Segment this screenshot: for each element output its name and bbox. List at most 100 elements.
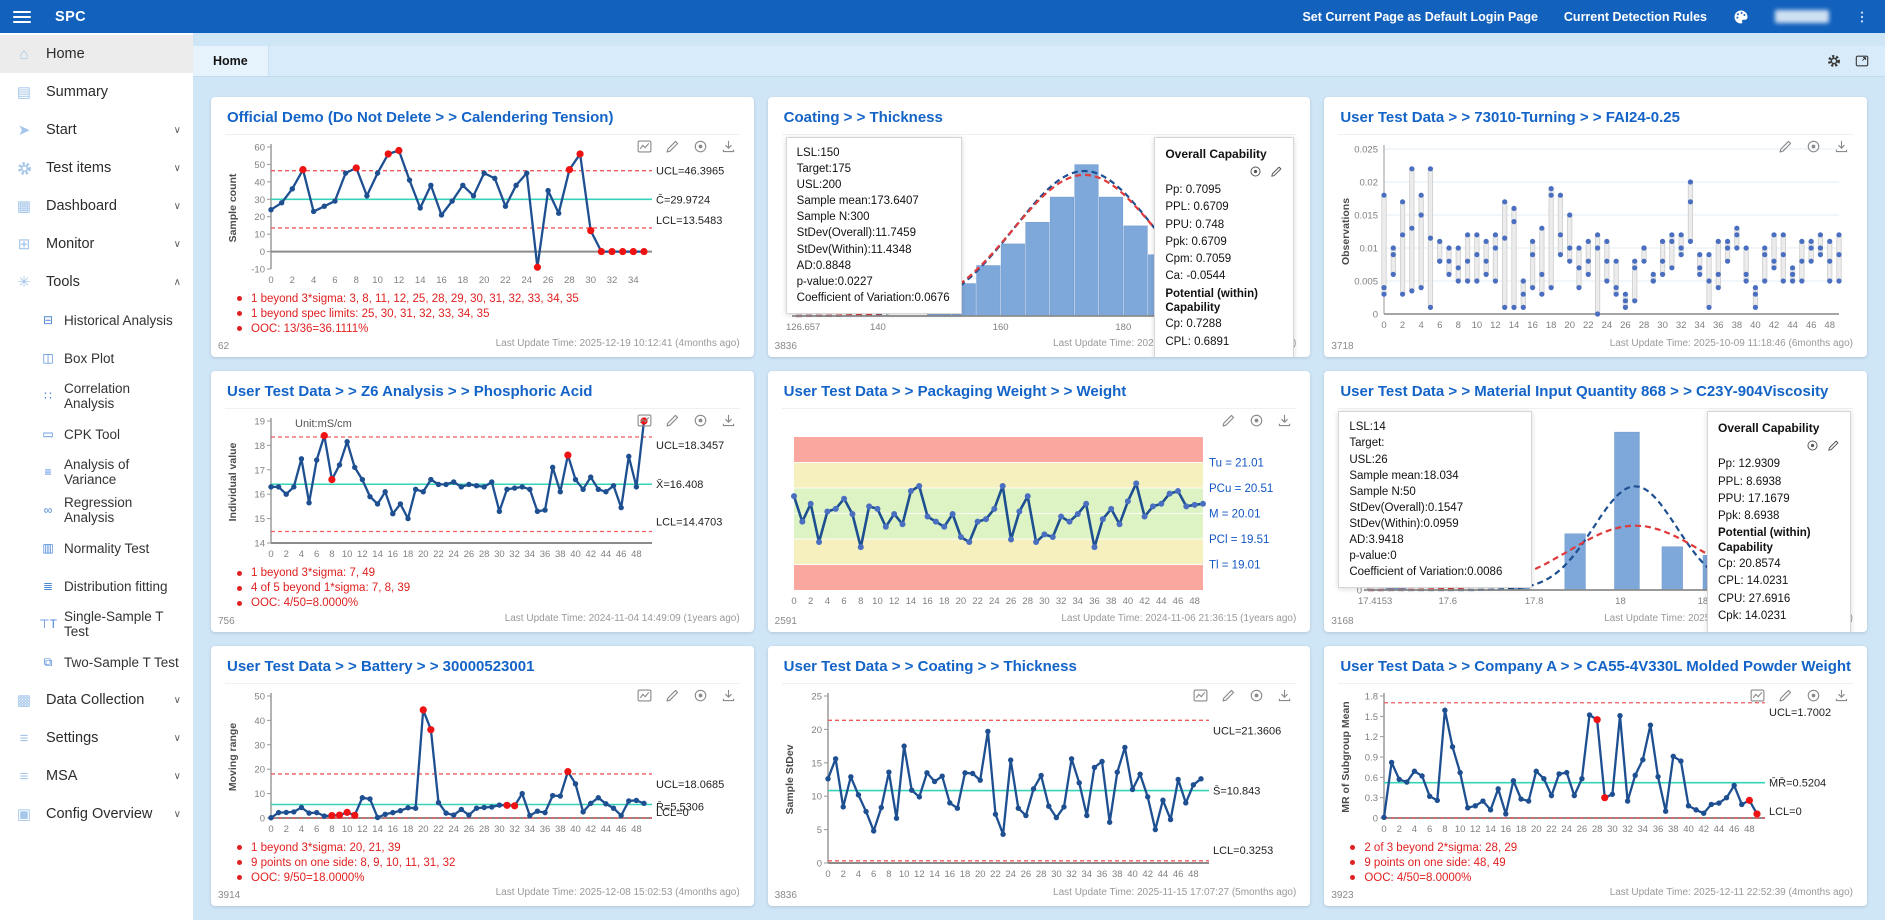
sidebar-item-tools[interactable]: ✳Tools∧ bbox=[0, 263, 193, 301]
svg-text:4: 4 bbox=[1412, 824, 1417, 835]
hamburger-menu-icon[interactable] bbox=[13, 11, 31, 23]
svg-text:40: 40 bbox=[254, 716, 265, 727]
stats-line: StDev(Within):0.0959 bbox=[1349, 516, 1521, 532]
edit-icon[interactable] bbox=[1827, 439, 1840, 452]
svg-text:24: 24 bbox=[521, 275, 532, 286]
sidebar-item-box-plot[interactable]: ◫Box Plot bbox=[0, 339, 193, 377]
sidebar-item-distribution-fitting[interactable]: ≣Distribution fitting bbox=[0, 567, 193, 605]
svg-text:34: 34 bbox=[628, 275, 639, 286]
set-default-login-button[interactable]: Set Current Page as Default Login Page bbox=[1302, 10, 1537, 24]
sidebar-nav: ⌂Home▤Summary➤Start∨Test items∨▦Dashboar… bbox=[0, 33, 193, 920]
chart-image-icon[interactable] bbox=[637, 688, 652, 703]
svg-text:0: 0 bbox=[825, 869, 830, 880]
view-icon[interactable] bbox=[693, 413, 708, 428]
download-icon[interactable] bbox=[721, 688, 736, 703]
edit-icon[interactable] bbox=[665, 413, 680, 428]
svg-text:30: 30 bbox=[1658, 320, 1669, 331]
sidebar-item-data-collection[interactable]: ▩Data Collection∨ bbox=[0, 681, 193, 719]
kebab-menu-icon[interactable] bbox=[1855, 10, 1869, 24]
download-icon[interactable] bbox=[1277, 413, 1292, 428]
view-icon[interactable] bbox=[693, 688, 708, 703]
view-icon[interactable] bbox=[1806, 688, 1821, 703]
chart-image-icon[interactable] bbox=[1193, 688, 1208, 703]
edit-icon[interactable] bbox=[1221, 688, 1236, 703]
book-icon: ▣ bbox=[14, 805, 34, 823]
view-icon[interactable] bbox=[1249, 165, 1262, 178]
edit-icon[interactable] bbox=[1778, 139, 1793, 154]
chart-image-icon[interactable] bbox=[637, 413, 652, 428]
fullscreen-icon[interactable] bbox=[1855, 54, 1869, 68]
sidebar-item-dashboard[interactable]: ▦Dashboard∨ bbox=[0, 187, 193, 225]
edit-icon[interactable] bbox=[665, 688, 680, 703]
svg-text:36: 36 bbox=[1653, 824, 1664, 835]
svg-text:44: 44 bbox=[601, 824, 612, 835]
last-update-time: Last Update Time: 2025-12-11 22:52:39 (4… bbox=[1610, 887, 1853, 898]
download-icon[interactable] bbox=[721, 413, 736, 428]
download-icon[interactable] bbox=[721, 139, 736, 154]
sidebar-item-msa[interactable]: ≡MSA∨ bbox=[0, 757, 193, 795]
view-icon[interactable] bbox=[1806, 139, 1821, 154]
edit-icon[interactable] bbox=[1778, 688, 1793, 703]
card-toolbar bbox=[1193, 688, 1292, 703]
svg-text:25: 25 bbox=[811, 691, 822, 702]
svg-text:32: 32 bbox=[509, 824, 520, 835]
monitor-icon: ⊞ bbox=[14, 235, 34, 253]
ooc-annotation-line: 1 beyond 3*sigma: 3, 8, 11, 12, 25, 28, … bbox=[237, 291, 740, 306]
sidebar-item-single-sample-t-test[interactable]: ⊤TSingle-Sample T Test bbox=[0, 605, 193, 643]
sidebar-item-test-items[interactable]: Test items∨ bbox=[0, 149, 193, 187]
svg-text:28: 28 bbox=[479, 824, 490, 835]
sidebar-item-summary[interactable]: ▤Summary bbox=[0, 73, 193, 111]
sidebar-item-start[interactable]: ➤Start∨ bbox=[0, 111, 193, 149]
svg-text:22: 22 bbox=[990, 869, 1001, 880]
svg-text:44: 44 bbox=[1157, 869, 1168, 880]
edit-icon[interactable] bbox=[665, 139, 680, 154]
chart-image-icon[interactable] bbox=[637, 139, 652, 154]
last-update-time: Last Update Time: 2025-12-19 10:12:41 (4… bbox=[496, 338, 740, 349]
tab-home[interactable]: Home bbox=[193, 46, 269, 76]
download-icon[interactable] bbox=[1277, 688, 1292, 703]
gear-icon[interactable] bbox=[1827, 54, 1841, 68]
svg-text:14: 14 bbox=[1509, 320, 1520, 331]
view-icon[interactable] bbox=[693, 139, 708, 154]
dist-icon: ≣ bbox=[40, 579, 56, 593]
record-count: 756 bbox=[218, 616, 235, 627]
svg-text:10: 10 bbox=[372, 275, 383, 286]
svg-text:16: 16 bbox=[1528, 320, 1539, 331]
lines-icon: ≡ bbox=[14, 730, 34, 747]
sidebar-item-normality-test[interactable]: ▥Normality Test bbox=[0, 529, 193, 567]
svg-text:18: 18 bbox=[1546, 320, 1557, 331]
svg-text:14: 14 bbox=[905, 596, 916, 607]
sidebar-item-settings[interactable]: ≡Settings∨ bbox=[0, 719, 193, 757]
stats-line: Target:175 bbox=[797, 161, 951, 177]
view-icon[interactable] bbox=[1806, 439, 1819, 452]
svg-text:46: 46 bbox=[1172, 596, 1183, 607]
sidebar-item-regression-analysis[interactable]: ∞Regression Analysis bbox=[0, 491, 193, 529]
download-icon[interactable] bbox=[1834, 688, 1849, 703]
svg-text:6: 6 bbox=[332, 275, 337, 286]
svg-text:10: 10 bbox=[872, 596, 883, 607]
sidebar-item-config-overview[interactable]: ▣Config Overview∨ bbox=[0, 795, 193, 833]
svg-text:8: 8 bbox=[886, 869, 891, 880]
palette-icon[interactable] bbox=[1733, 9, 1749, 25]
sidebar-item-home[interactable]: ⌂Home bbox=[0, 35, 193, 73]
svg-text:2: 2 bbox=[808, 596, 813, 607]
ooc-annotation-line: OOC: 4/50=8.0000% bbox=[1350, 870, 1853, 885]
download-icon[interactable] bbox=[1834, 139, 1849, 154]
sidebar-item-cpk-tool[interactable]: ▭CPK Tool bbox=[0, 415, 193, 453]
svg-text:17.6: 17.6 bbox=[1439, 596, 1458, 607]
user-name-redacted[interactable] bbox=[1775, 10, 1829, 23]
control-chart: 1415161718190246810121416182022242628303… bbox=[225, 411, 740, 565]
sidebar-item-historical-analysis[interactable]: ⊟Historical Analysis bbox=[0, 301, 193, 339]
sidebar-item-two-sample-t-test[interactable]: ⧉Two-Sample T Test bbox=[0, 643, 193, 681]
edit-icon[interactable] bbox=[1270, 165, 1283, 178]
svg-text:PCl = 19.51: PCl = 19.51 bbox=[1209, 534, 1269, 546]
chart-image-icon[interactable] bbox=[1750, 688, 1765, 703]
sidebar-item-correlation-analysis[interactable]: ∷Correlation Analysis bbox=[0, 377, 193, 415]
sidebar-item-monitor[interactable]: ⊞Monitor∨ bbox=[0, 225, 193, 263]
sidebar-item-analysis-of-variance[interactable]: ≡Analysis of Variance bbox=[0, 453, 193, 491]
view-icon[interactable] bbox=[1249, 413, 1264, 428]
view-icon[interactable] bbox=[1249, 688, 1264, 703]
current-detection-rules-button[interactable]: Current Detection Rules bbox=[1564, 10, 1707, 24]
edit-icon[interactable] bbox=[1221, 413, 1236, 428]
svg-text:38: 38 bbox=[1106, 596, 1117, 607]
